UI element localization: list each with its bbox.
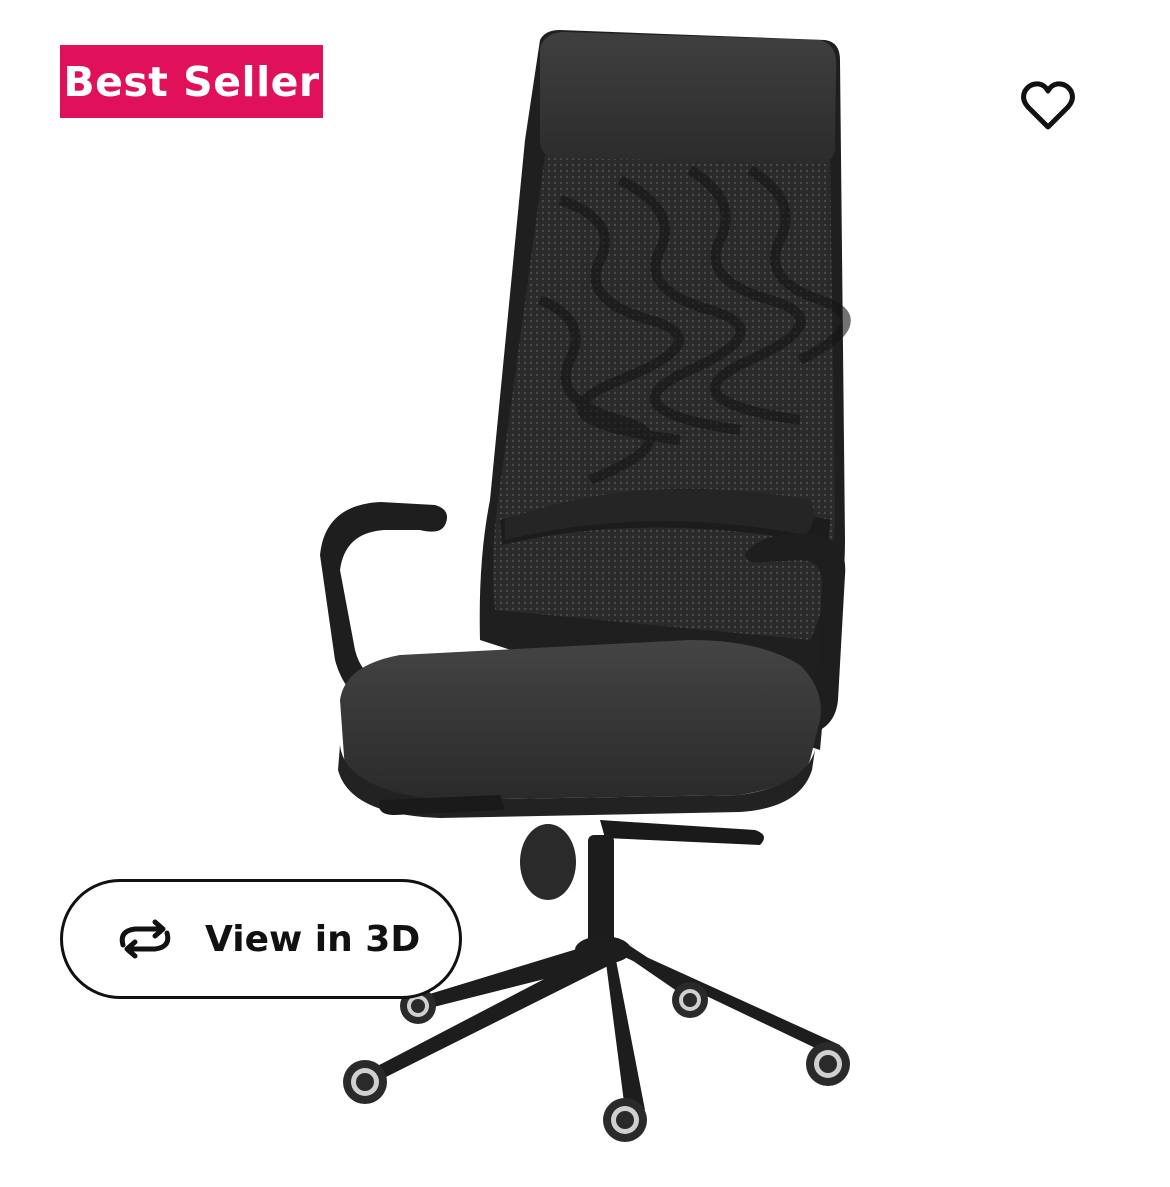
heart-outline-icon <box>1021 81 1075 130</box>
rotate-3d-icon <box>113 917 179 961</box>
best-seller-badge: Best Seller <box>60 45 323 118</box>
view-in-3d-label: View in 3D <box>205 918 421 960</box>
add-to-wishlist-button[interactable] <box>1010 72 1086 140</box>
product-image <box>320 30 851 1142</box>
product-media-panel: Best Seller View in 3D <box>0 0 1170 1187</box>
view-in-3d-button[interactable]: View in 3D <box>60 879 462 999</box>
best-seller-label: Best Seller <box>63 57 320 106</box>
